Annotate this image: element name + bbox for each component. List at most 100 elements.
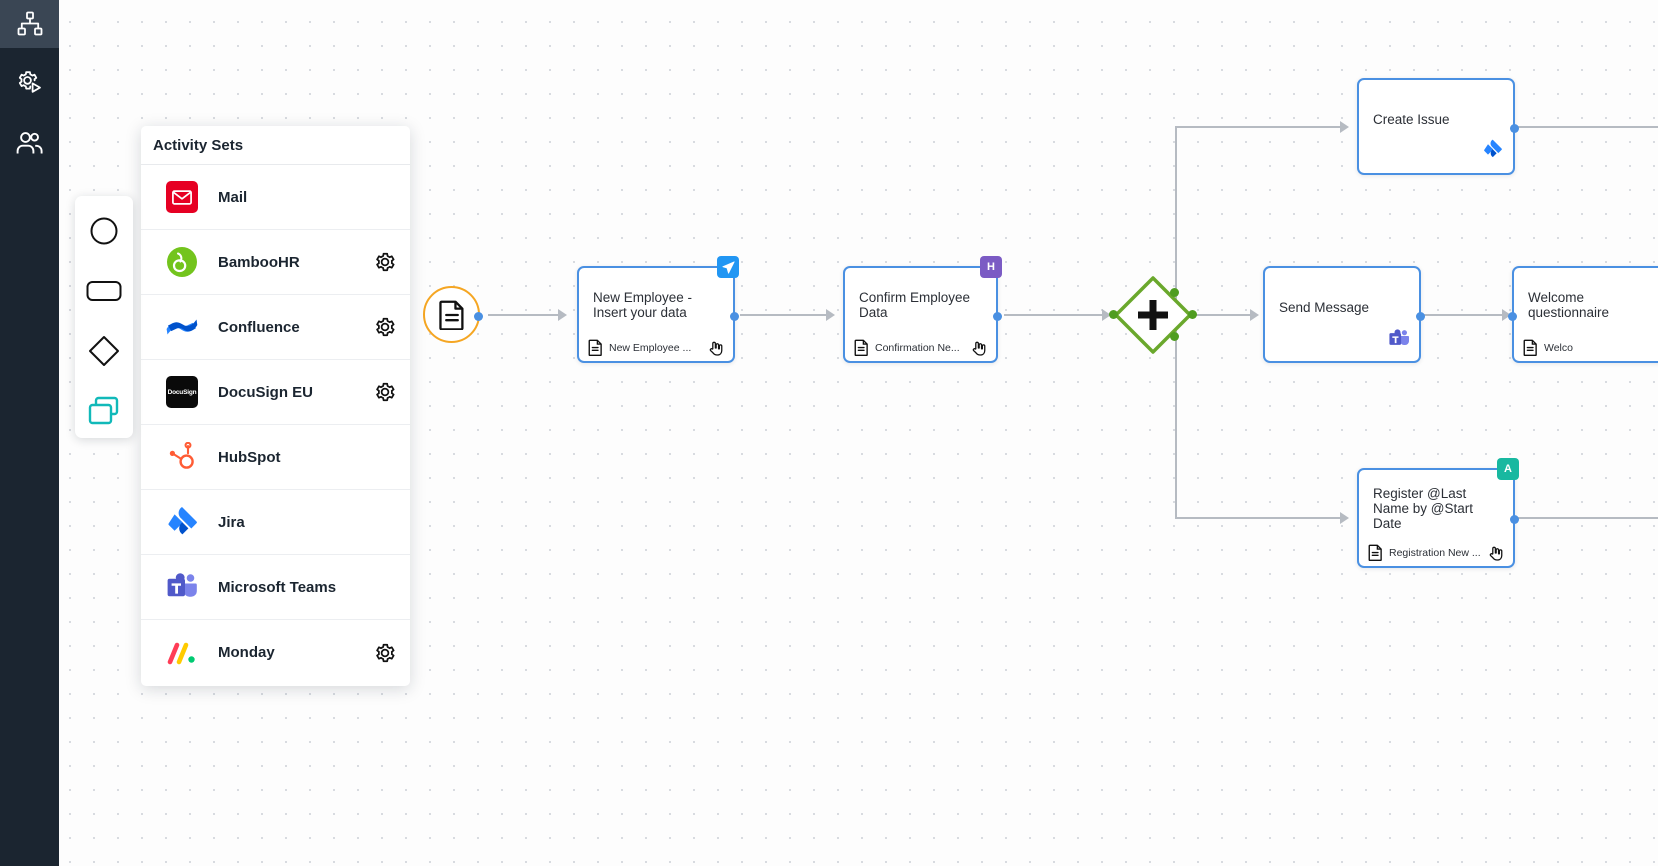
node-welcome-questionnaire[interactable]: Welcome questionnaire Welco — [1508, 266, 1658, 363]
edge-new-employee-to-confirm — [740, 314, 828, 316]
node-output-port[interactable] — [1510, 515, 1519, 524]
edge-gateway-to-register — [1175, 517, 1342, 519]
diamond-shape-icon — [89, 336, 119, 366]
node-footer: Confirmation Ne... — [845, 334, 996, 361]
activity-item-docusign-eu[interactable]: DocuSign DocuSign EU — [141, 360, 410, 425]
activity-item-hubspot[interactable]: HubSpot — [141, 425, 410, 490]
node-output-port[interactable] — [993, 312, 1002, 321]
rounded-rectangle-shape-icon — [86, 281, 122, 301]
node-parallel-gateway[interactable] — [1109, 275, 1197, 355]
node-footer: Welco — [1514, 334, 1658, 361]
hand-pointer-icon[interactable] — [1487, 545, 1505, 561]
stacked-cards-icon — [88, 396, 119, 425]
users-icon — [16, 132, 43, 154]
node-new-employee[interactable]: New Employee - Insert your data New Empl… — [577, 256, 739, 363]
activity-item-label: HubSpot — [218, 448, 281, 466]
node-footer: Registration New ... — [1359, 539, 1513, 566]
node-footer: New Employee ... — [579, 334, 733, 361]
activity-item-label: Microsoft Teams — [218, 578, 337, 596]
start-event[interactable] — [423, 286, 483, 343]
shape-tool-circle[interactable] — [81, 208, 127, 254]
rail-item-settings-run[interactable] — [0, 60, 59, 108]
activity-item-bamboohr[interactable]: BambooHR — [141, 230, 410, 295]
arrowhead — [1340, 512, 1349, 524]
gear-icon[interactable] — [374, 251, 396, 273]
edge-register-out — [1516, 517, 1658, 519]
node-title: Confirm Employee Data — [859, 290, 971, 320]
node-badge-a: A — [1497, 458, 1519, 480]
document-icon — [1368, 544, 1382, 561]
edge-confirm-to-gateway — [1004, 314, 1104, 316]
gear-icon[interactable] — [374, 642, 396, 664]
edge-create-issue-out — [1516, 126, 1658, 128]
gateway-input-port[interactable] — [1109, 310, 1118, 319]
edge-start-to-new-employee — [488, 314, 560, 316]
activity-item-monday[interactable]: Monday — [141, 620, 410, 685]
hubspot-icon — [165, 440, 199, 474]
node-title: Welcome questionnaire — [1528, 290, 1610, 320]
jira-icon — [165, 505, 199, 539]
node-footer-label: Welco — [1544, 341, 1573, 354]
activity-item-confluence[interactable]: Confluence — [141, 295, 410, 360]
confluence-icon — [165, 310, 199, 344]
rail-item-org-chart[interactable] — [0, 0, 59, 48]
start-output-port[interactable] — [474, 312, 483, 321]
arrowhead — [1250, 309, 1259, 321]
document-icon — [438, 300, 464, 330]
node-output-port[interactable] — [1416, 312, 1425, 321]
node-badge-send-icon — [717, 256, 739, 278]
mail-icon — [165, 180, 199, 214]
node-output-port[interactable] — [730, 312, 739, 321]
node-title: Create Issue — [1373, 112, 1450, 127]
hand-pointer-icon[interactable] — [970, 340, 988, 356]
node-footer-label: New Employee ... — [609, 341, 692, 354]
activity-item-label: Jira — [218, 513, 245, 531]
left-nav-rail — [0, 0, 59, 866]
microsoft-teams-icon — [165, 570, 199, 604]
arrowhead — [826, 309, 835, 321]
gear-icon[interactable] — [374, 381, 396, 403]
diamond-gateway-shape — [1114, 276, 1192, 354]
node-input-port[interactable] — [1508, 312, 1517, 321]
gateway-output-port-top[interactable] — [1170, 288, 1179, 297]
node-send-message[interactable]: Send Message — [1263, 266, 1425, 363]
edge-gateway-to-send-message — [1192, 314, 1252, 316]
edge-send-message-to-welcome — [1422, 314, 1504, 316]
shape-tool-rounded-rectangle[interactable] — [81, 268, 127, 314]
activity-item-label: BambooHR — [218, 253, 300, 271]
gateway-output-port-bottom[interactable] — [1170, 332, 1179, 341]
activity-sets-panel: Activity Sets Mail BambooHR Confluence D… — [141, 126, 410, 686]
activity-item-label: Confluence — [218, 318, 300, 336]
node-create-issue[interactable]: Create Issue — [1357, 78, 1519, 175]
activity-item-label: DocuSign EU — [218, 383, 314, 401]
rail-item-users[interactable] — [0, 120, 59, 168]
microsoft-teams-icon — [1389, 329, 1409, 353]
arrowhead — [558, 309, 567, 321]
gear-icon[interactable] — [374, 316, 396, 338]
edge-gateway-to-create-issue — [1175, 126, 1342, 128]
shape-tool-diamond[interactable] — [81, 328, 127, 374]
shape-tool-activity-set[interactable] — [81, 388, 127, 434]
node-confirm-employee-data[interactable]: H Confirm Employee Data Confirmation Ne.… — [843, 256, 1002, 363]
monday-icon — [165, 636, 199, 670]
activity-sets-title: Activity Sets — [141, 126, 410, 165]
activity-item-label: Mail — [218, 188, 248, 206]
activity-item-jira[interactable]: Jira — [141, 490, 410, 555]
activity-item-microsoft-teams[interactable]: Microsoft Teams — [141, 555, 410, 620]
jira-icon — [1483, 139, 1503, 165]
activity-item-mail[interactable]: Mail — [141, 165, 410, 230]
node-title: Register @Last Name by @Start Date — [1373, 486, 1473, 531]
workflow-editor: New Employee - Insert your data New Empl… — [0, 0, 1658, 866]
gateway-output-port-middle[interactable] — [1188, 310, 1197, 319]
gear-play-icon — [18, 71, 41, 93]
document-icon — [588, 339, 602, 356]
node-title: Send Message — [1279, 300, 1370, 315]
node-badge-h: H — [980, 256, 1002, 278]
node-register-last-name[interactable]: A Register @Last Name by @Start Date Reg… — [1357, 458, 1519, 568]
node-footer-label: Confirmation Ne... — [875, 341, 960, 354]
circle-shape-icon — [90, 217, 118, 245]
shape-palette — [75, 196, 133, 438]
docusign-icon: DocuSign — [165, 375, 199, 409]
hand-pointer-icon[interactable] — [707, 340, 725, 356]
node-output-port[interactable] — [1510, 124, 1519, 133]
